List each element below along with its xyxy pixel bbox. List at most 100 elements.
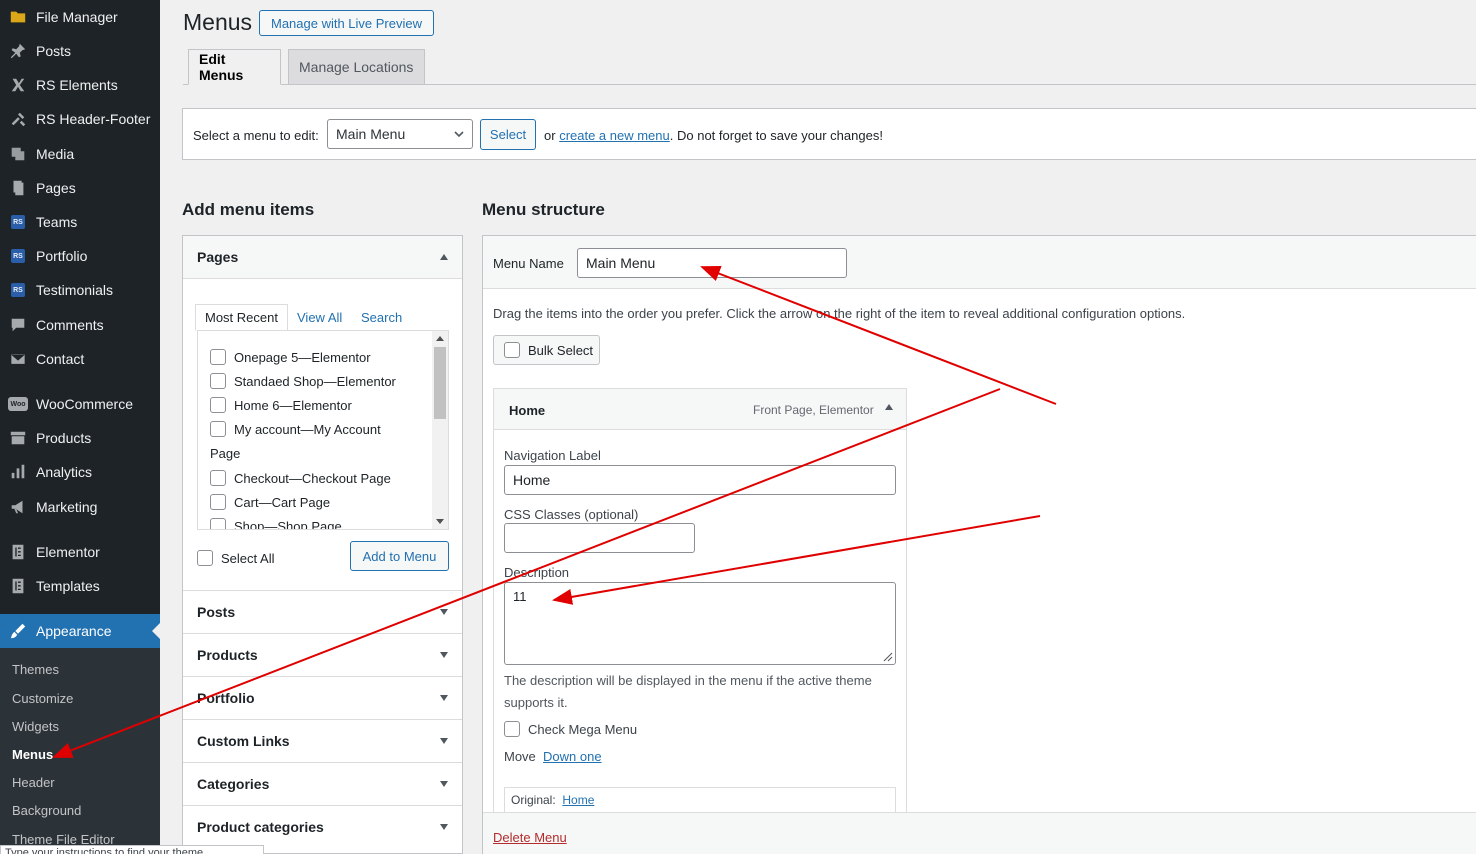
tab-most-recent[interactable]: Most Recent [195,304,288,331]
list-item-wrap: Page [210,446,240,461]
move-down-one-link[interactable]: Down one [543,749,602,764]
sidebar-item-file-manager[interactable]: File Manager [0,0,160,34]
mega-menu-checkbox[interactable] [504,721,520,737]
triangle-up-icon [440,254,448,260]
sidebar-item-label: Appearance [36,623,112,639]
list-item[interactable]: Home 6 — Elementor [210,397,352,413]
sidebar-item-comments[interactable]: Comments [0,308,160,342]
page-checkbox[interactable] [210,349,226,365]
pin-icon [0,42,36,60]
rs-icon: RS [0,249,36,263]
triangle-down-icon [440,652,448,658]
mail-icon [0,350,36,368]
select-all-row[interactable]: Select All [197,550,274,566]
drag-instructions: Drag the items into the order you prefer… [493,306,1186,321]
mega-menu-label: Check Mega Menu [528,721,638,737]
sidebar-item-marketing[interactable]: Marketing [0,490,160,524]
accordion-section-title: Categories [197,776,270,792]
menu-item-title: Home [509,403,546,418]
add-to-menu-button[interactable]: Add to Menu [350,541,449,571]
pages-scrollbar[interactable] [432,331,448,529]
scroll-down-icon[interactable] [436,519,444,525]
current-indicator [152,623,160,639]
sidebar-item-media[interactable]: Media [0,137,160,171]
accordion-custom-links-header[interactable]: Custom Links [183,719,462,762]
select-all-label: Select All [221,550,275,566]
sidebar-item-label: Templates [36,578,100,594]
menu-select-dropdown[interactable]: Main Menu [327,119,473,149]
page-checkbox[interactable] [210,494,226,510]
sidebar-item-portfolio[interactable]: RS Portfolio [0,239,160,273]
list-item[interactable]: My account — My Account [210,421,381,437]
page-checkbox[interactable] [210,373,226,389]
navigation-label-input[interactable]: Home [504,465,896,495]
page-checkbox[interactable] [210,421,226,437]
sidebar-item-label: Posts [36,43,72,59]
menu-name-input[interactable]: Main Menu [577,248,847,278]
select-all-checkbox[interactable] [197,550,213,566]
list-item[interactable]: Onepage 5 — Elementor [210,349,371,365]
woo-icon: Woo [0,397,36,411]
submenu-widgets[interactable]: Widgets [12,719,59,734]
tooltip-fragment: Type your instructions to find your them… [0,845,264,854]
accordion-portfolio-header[interactable]: Portfolio [183,676,462,719]
original-home-link[interactable]: Home [562,793,594,807]
sidebar-item-rs-elements[interactable]: RS Elements [0,68,160,102]
sidebar-item-testimonials[interactable]: RS Testimonials [0,273,160,307]
tab-search[interactable]: Search [361,310,402,325]
submenu-menus[interactable]: Menus [12,747,53,762]
list-item[interactable]: Cart — Cart Page [210,494,330,510]
sidebar-item-elementor[interactable]: Elementor [0,535,160,569]
page-name: Home 6 [234,397,280,413]
select-button[interactable]: Select [480,119,536,150]
move-row: Move Down one [504,749,602,764]
sidebar-item-products[interactable]: Products [0,421,160,455]
accordion-posts-header[interactable]: Posts [183,590,462,633]
tab-edit-menus[interactable]: Edit Menus [188,49,281,85]
sidebar-item-appearance[interactable]: Appearance [0,614,160,648]
tab-view-all[interactable]: View All [297,310,342,325]
description-textarea[interactable]: 11 [504,582,896,665]
sidebar-item-label: Comments [36,317,104,333]
resize-grip-icon[interactable] [881,650,893,662]
css-classes-input[interactable] [504,523,695,553]
submenu-themes[interactable]: Themes [12,662,59,677]
page-checkbox[interactable] [210,470,226,486]
bulk-select-checkbox[interactable] [504,342,520,358]
accordion-categories-header[interactable]: Categories [183,762,462,805]
sidebar-item-posts[interactable]: Posts [0,34,160,68]
sidebar-item-analytics[interactable]: Analytics [0,455,160,489]
submenu-background[interactable]: Background [12,803,81,818]
menu-structure-heading: Menu structure [482,200,605,219]
live-preview-button[interactable]: Manage with Live Preview [259,10,434,36]
accordion-pages-header[interactable]: Pages [183,236,462,279]
list-item[interactable]: Standaed Shop — Elementor [210,373,396,389]
scroll-up-icon[interactable] [436,335,444,341]
page-checkbox[interactable] [210,518,226,529]
delete-menu-link[interactable]: Delete Menu [493,830,567,845]
sidebar-item-woocommerce[interactable]: Woo WooCommerce [0,387,160,421]
x-icon [0,76,36,94]
sidebar-item-templates[interactable]: Templates [0,569,160,603]
mega-menu-row[interactable]: Check Mega Menu [504,721,637,737]
page-type: Elementor [336,373,396,389]
sidebar-item-label: Media [36,146,75,162]
sidebar-item-pages[interactable]: Pages [0,171,160,205]
sidebar-item-contact[interactable]: Contact [0,342,160,376]
page-checkbox[interactable] [210,397,226,413]
create-new-menu-link[interactable]: create a new menu [559,128,670,143]
templates-icon [0,577,36,595]
bulk-select-toggle[interactable]: Bulk Select [493,335,600,365]
triangle-up-icon[interactable] [885,404,893,410]
accordion-products-header[interactable]: Products [183,633,462,676]
submenu-header[interactable]: Header [12,775,55,790]
page-type: My Account [313,421,381,437]
sidebar-item-rs-header-footer[interactable]: RS Header-Footer [0,102,160,136]
list-item[interactable]: Checkout — Checkout Page [210,470,391,486]
list-item[interactable]: Shop — Shop Page [210,518,342,529]
tab-manage-locations[interactable]: Manage Locations [288,49,425,85]
submenu-customize[interactable]: Customize [12,691,73,706]
scrollbar-thumb[interactable] [434,347,446,419]
accordion-product-categories-header[interactable]: Product categories [183,805,462,848]
sidebar-item-teams[interactable]: RS Teams [0,205,160,239]
